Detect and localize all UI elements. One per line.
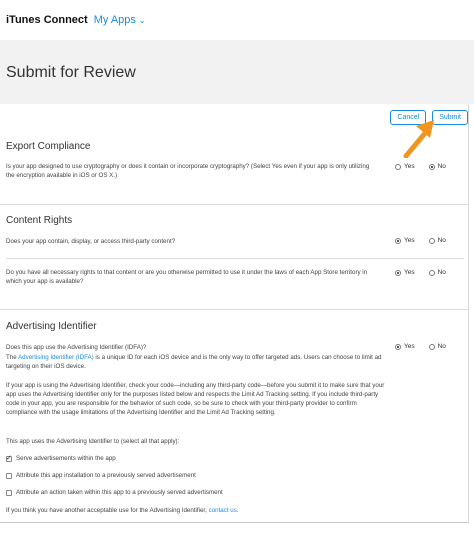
- export-radio-group: Yes No: [395, 163, 446, 170]
- option-serve-ads-label: Serve advertisements within the app: [16, 455, 116, 462]
- idfa-desc-pre: The: [6, 354, 19, 361]
- my-apps-label: My Apps: [93, 14, 136, 26]
- contact-note-pre: If you think you have another acceptable…: [6, 507, 209, 514]
- checkbox-checked-icon[interactable]: [6, 454, 12, 462]
- contact-note-post: .: [236, 507, 239, 514]
- my-apps-menu[interactable]: My Apps ⌄: [94, 14, 146, 26]
- content-border: [468, 104, 469, 523]
- radio-checked-icon: [395, 343, 401, 350]
- option-attribute-action[interactable]: Attribute an action taken within this ap…: [6, 489, 223, 496]
- content-rights-title: Content Rights: [6, 215, 73, 226]
- content-rights-question-1: Does your app contain, display, or acces…: [6, 238, 176, 245]
- radio-checked-icon: [395, 269, 401, 276]
- checkbox-unchecked-icon[interactable]: [6, 489, 12, 496]
- content-q2-yes-label: Yes: [404, 269, 415, 276]
- divider: [0, 309, 468, 310]
- radio-checked-icon: [395, 237, 401, 244]
- content-q1-no-label: No: [437, 237, 446, 244]
- content-q1-yes-label: Yes: [404, 237, 415, 244]
- export-compliance-title: Export Compliance: [6, 141, 91, 152]
- divider: [6, 258, 464, 259]
- option-attribute-install[interactable]: Attribute this app installation to a pre…: [6, 472, 196, 479]
- radio-checked-icon: [428, 163, 435, 170]
- radio-unchecked-icon: [395, 163, 401, 170]
- idfa-link[interactable]: Advertising Identifier (IDFA): [18, 354, 94, 361]
- idfa-description: The Advertising Identifier (IDFA) is a u…: [6, 353, 386, 371]
- advertising-yes-label: Yes: [404, 343, 415, 350]
- content-rights-q1-radio-group: Yes No: [395, 237, 446, 244]
- contact-note: If you think you have another acceptable…: [6, 506, 426, 515]
- advertising-no-label: No: [437, 343, 446, 350]
- advertising-no-radio[interactable]: No: [428, 343, 446, 350]
- bottom-border: [0, 522, 468, 523]
- option-serve-ads[interactable]: Serve advertisements within the app: [6, 454, 116, 462]
- content-q2-no-label: No: [437, 269, 446, 276]
- option-attribute-install-label: Attribute this app installation to a pre…: [16, 472, 196, 479]
- content-q2-yes-radio[interactable]: Yes: [395, 269, 415, 276]
- export-yes-radio[interactable]: Yes: [395, 163, 415, 170]
- advertising-identifier-title: Advertising Identifier: [6, 321, 97, 332]
- page-title: Submit for Review: [6, 64, 136, 81]
- divider: [0, 204, 468, 205]
- option-attribute-action-label: Attribute an action taken within this ap…: [16, 489, 223, 496]
- content-q2-no-radio[interactable]: No: [428, 269, 446, 276]
- title-bar: Submit for Review: [0, 40, 474, 104]
- content-rights-question-2: Do you have all necessary rights to that…: [6, 269, 368, 285]
- content-q1-yes-radio[interactable]: Yes: [395, 237, 415, 244]
- brand-name: iTunes Connect: [6, 14, 88, 26]
- export-no-label: No: [437, 163, 446, 170]
- export-no-radio[interactable]: No: [428, 163, 446, 170]
- radio-unchecked-icon: [428, 237, 435, 244]
- idfa-usage-instructions: If your app is using the Advertising Ide…: [6, 382, 385, 416]
- advertising-yes-radio[interactable]: Yes: [395, 343, 415, 350]
- pointer-arrow-icon: [403, 120, 434, 158]
- radio-unchecked-icon: [428, 269, 435, 276]
- content-rights-q2-radio-group: Yes No: [395, 269, 446, 276]
- advertising-question: Does this app use the Advertising Identi…: [6, 344, 147, 351]
- advertising-radio-group: Yes No: [395, 343, 446, 350]
- idfa-uses-label: This app uses the Advertising Identifier…: [6, 438, 180, 445]
- chevron-down-icon: ⌄: [138, 15, 146, 25]
- content-q1-no-radio[interactable]: No: [428, 237, 446, 244]
- top-bar: iTunes Connect My Apps ⌄: [0, 0, 474, 40]
- checkbox-unchecked-icon[interactable]: [6, 472, 12, 479]
- contact-us-link[interactable]: contact us: [209, 507, 237, 514]
- export-question: Is your app designed to use cryptography…: [6, 163, 370, 179]
- export-yes-label: Yes: [404, 163, 415, 170]
- radio-unchecked-icon: [428, 343, 435, 350]
